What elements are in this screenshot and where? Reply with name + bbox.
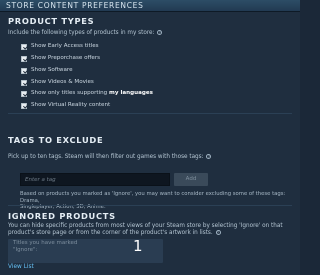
store-preferences-panel: STORE CONTENT PREFERENCES PRODUCT TYPES … — [0, 0, 300, 275]
checkbox-label: Show only titles supporting my languages — [31, 90, 153, 97]
checkbox-checked-icon[interactable] — [21, 55, 27, 62]
ignored-description-line: product's store page or from the corner … — [8, 229, 283, 237]
add-tag-button[interactable]: Add — [174, 173, 208, 186]
product-types-description: Include the following types of products … — [8, 30, 163, 37]
checkbox-checked-icon[interactable] — [21, 79, 27, 86]
tags-description: Pick up to ten tags. Steam will then fil… — [8, 154, 212, 161]
checkbox-label: Show Preporchase offers — [31, 55, 101, 61]
section-divider — [8, 205, 292, 206]
tag-suggestions-line: Based on products you marked as 'Ignore'… — [20, 191, 286, 204]
add-tag-button-label: Add — [185, 176, 197, 182]
ignored-products-title: IGNORED PRODUCTS — [8, 211, 116, 221]
checkbox-checked-icon[interactable] — [21, 90, 27, 97]
my-languages-label: my languages — [109, 90, 154, 96]
tag-input-placeholder: Enter a tag — [25, 177, 56, 183]
tag-suggestions: Based on products you marked as 'Ignore'… — [20, 191, 300, 211]
panel-title: STORE CONTENT PREFERENCES — [6, 1, 144, 10]
help-icon[interactable]: ? — [206, 154, 212, 159]
tag-input[interactable]: Enter a tag — [20, 173, 170, 186]
view-list-link[interactable]: View List — [8, 264, 34, 270]
tags-description-text: Pick up to ten tags. Steam will then fil… — [8, 154, 204, 161]
checkbox-label-prefix: Show only titles supporting — [31, 90, 110, 96]
ignored-count: 1 — [133, 237, 143, 255]
ignored-description-text: product's store page or from the corner … — [8, 229, 213, 236]
section-divider — [8, 113, 292, 114]
checkbox-checked-icon[interactable] — [21, 102, 27, 109]
checkbox-label: Show Virtual Reality content — [31, 102, 111, 108]
checkbox-checked-icon[interactable] — [21, 67, 27, 74]
checkbox-label: Show Early Access titles — [31, 43, 99, 49]
checkbox-checked-icon[interactable] — [21, 43, 27, 50]
ignored-description: You can hide specific products from most… — [8, 223, 283, 236]
product-types-title: PRODUCT TYPES — [8, 16, 95, 26]
ignored-description-line: You can hide specific products from most… — [8, 223, 283, 229]
help-icon[interactable]: ? — [157, 30, 163, 35]
panel-header: STORE CONTENT PREFERENCES — [0, 0, 300, 12]
checkbox-label: Show Videos & Movies — [31, 79, 94, 85]
tags-to-exclude-title: TAGS TO EXCLUDE — [8, 135, 104, 145]
checkbox-label: Show Software — [31, 67, 73, 73]
product-types-description-text: Include the following types of products … — [8, 30, 155, 37]
help-icon[interactable]: ? — [215, 229, 221, 235]
ignored-titles-label: Titles you have marked "Ignore": — [13, 240, 78, 253]
